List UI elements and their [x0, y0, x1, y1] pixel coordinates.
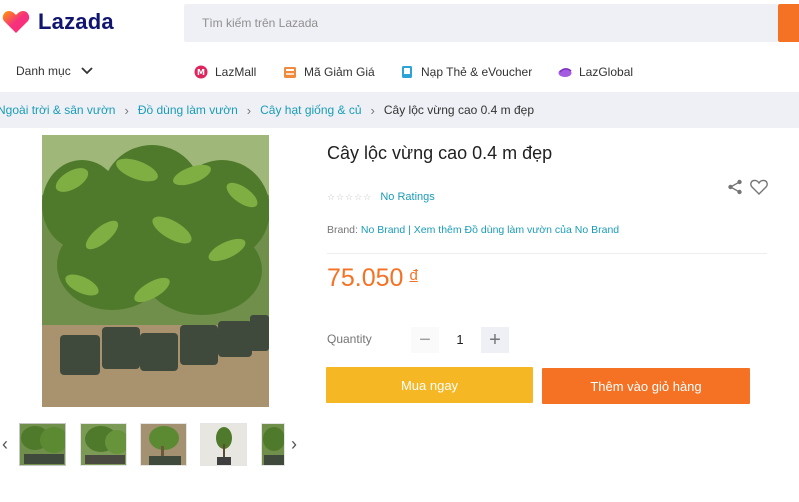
- thumbnail-image: [81, 424, 126, 465]
- thumbnail-1[interactable]: [19, 423, 66, 466]
- thumbnail-image: [201, 424, 246, 465]
- thumbnail-next-arrow[interactable]: ›: [291, 434, 297, 455]
- quantity-increase-button[interactable]: +: [481, 327, 509, 353]
- breadcrumb: Ngoài trời & sân vườn › Đồ dùng làm vườn…: [0, 92, 799, 128]
- search-button[interactable]: [778, 4, 799, 42]
- nav-link-label: LazGlobal: [579, 65, 634, 79]
- logo-text: Lazada: [38, 9, 114, 34]
- buy-now-button[interactable]: Mua ngay: [326, 367, 533, 403]
- brand-link[interactable]: No Brand: [361, 224, 405, 236]
- thumbnail-2[interactable]: [80, 423, 127, 466]
- thumbnail-strip: ‹ ›: [0, 416, 310, 472]
- quantity-value[interactable]: 1: [447, 327, 473, 353]
- product-main-image[interactable]: [42, 135, 269, 407]
- nav-link-label: Mã Giảm Giá: [304, 65, 375, 79]
- product-price: 75.050 đ: [327, 264, 418, 293]
- lazglobal-icon: [558, 68, 572, 77]
- share-icon[interactable]: [727, 179, 743, 195]
- quantity-decrease-button[interactable]: −: [411, 327, 439, 353]
- chevron-right-icon: ›: [370, 102, 375, 118]
- wishlist-heart-icon[interactable]: [750, 179, 768, 195]
- quantity-label: Quantity: [327, 332, 372, 346]
- lazada-heart-icon: [2, 11, 30, 33]
- breadcrumb-item-garden-tools[interactable]: Đồ dùng làm vườn: [138, 103, 238, 117]
- divider: [327, 253, 767, 254]
- thumbnail-image: [262, 424, 284, 465]
- nav-link-vouchers[interactable]: Mã Giảm Giá: [283, 65, 375, 79]
- thumbnail-image: [141, 424, 186, 465]
- brand-row: Brand: No Brand | Xem thêm Đồ dùng làm v…: [327, 224, 619, 236]
- lazmall-icon: M: [194, 65, 208, 79]
- voucher-icon: [284, 67, 296, 78]
- category-label: Danh mục: [16, 64, 71, 78]
- top-nav: Danh mục M LazMall Mã Giảm Giá Nạp Thẻ &…: [0, 56, 799, 90]
- thumbnail-3[interactable]: [140, 423, 187, 466]
- breadcrumb-item-outdoor[interactable]: Ngoài trời & sân vườn: [0, 103, 115, 117]
- brand-more-link[interactable]: | Xem thêm Đồ dùng làm vườn của No Brand: [408, 224, 619, 236]
- chevron-right-icon: ›: [246, 102, 252, 118]
- breadcrumb-item-seeds[interactable]: Cây hạt giống & củ: [260, 103, 361, 117]
- topup-card-icon: [402, 66, 412, 78]
- nav-link-topup[interactable]: Nạp Thẻ & eVoucher: [400, 65, 532, 79]
- search-input[interactable]: [184, 4, 778, 42]
- thumbnail-5[interactable]: [261, 423, 285, 466]
- nav-link-label: LazMall: [215, 65, 257, 79]
- rating-stars-icon: ☆☆☆☆☆: [327, 191, 373, 202]
- price-value: 75.050: [327, 264, 404, 292]
- nav-link-lazmall[interactable]: M LazMall: [194, 65, 256, 79]
- nav-link-label: Nạp Thẻ & eVoucher: [421, 65, 533, 79]
- product-title: Cây lộc vừng cao 0.4 m đẹp: [327, 143, 553, 163]
- product-rating: ☆☆☆☆☆ No Ratings: [327, 191, 435, 203]
- thumbnail-4[interactable]: [200, 423, 247, 466]
- lazada-logo[interactable]: Lazada: [2, 9, 114, 35]
- add-to-cart-button[interactable]: Thêm vào giỏ hàng: [542, 368, 750, 404]
- thumbnail-image: [20, 424, 65, 465]
- search-box: [184, 4, 778, 42]
- chevron-right-icon: ›: [124, 102, 129, 118]
- brand-label: Brand:: [327, 224, 358, 236]
- category-menu[interactable]: Danh mục: [16, 64, 93, 78]
- breadcrumb-current: Cây lộc vừng cao 0.4 m đẹp: [383, 103, 534, 117]
- chevron-down-icon: [81, 67, 93, 75]
- plant-photo: [42, 135, 269, 407]
- thumbnail-prev-arrow[interactable]: ‹: [2, 434, 8, 455]
- product-page: Lazada Danh mục M LazMall Mã Giảm Giá Nạ…: [0, 0, 799, 502]
- price-currency: đ: [409, 267, 418, 284]
- svg-text:M: M: [197, 68, 205, 77]
- nav-link-lazglobal[interactable]: LazGlobal: [558, 65, 633, 79]
- rating-link[interactable]: No Ratings: [380, 191, 434, 203]
- site-header: Lazada: [0, 0, 799, 56]
